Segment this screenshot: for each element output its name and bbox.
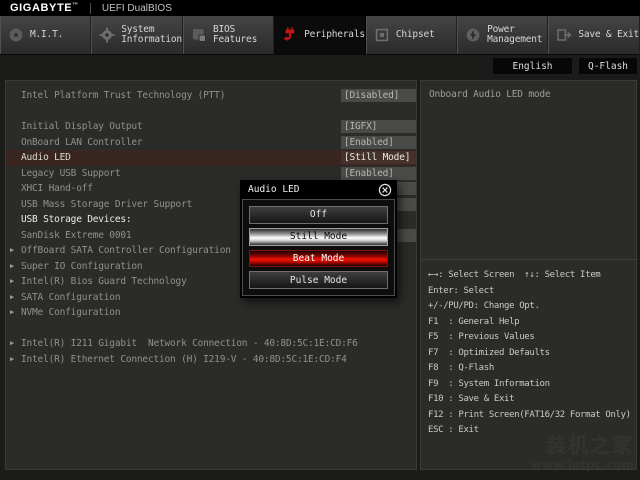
setting-label: SanDisk Extreme 0001 bbox=[21, 230, 131, 241]
tab-label: SystemInformation bbox=[121, 25, 182, 45]
setting-label: Intel(R) Bios Guard Technology bbox=[21, 276, 187, 287]
audio-led-popup: Audio LED Off Still Mode Beat Mode Pulse Mo… bbox=[240, 180, 397, 298]
tab-label: PowerManagement bbox=[487, 25, 542, 45]
system-info-icon bbox=[99, 27, 115, 43]
hotkey-legend: ←→: Select Screen ↑↓: Select ItemEnter: … bbox=[428, 268, 635, 439]
submenu-arrow-icon: ▶ bbox=[10, 305, 14, 321]
popup-options: Off Still Mode Beat Mode Pulse Mode bbox=[242, 199, 395, 296]
hotkey-line: F5 : Previous Values bbox=[428, 330, 635, 346]
settings-row[interactable]: Initial Display Output [IGFX] bbox=[6, 119, 416, 135]
help-description: Onboard Audio LED mode bbox=[421, 81, 636, 108]
tab-peripherals[interactable]: Peripherals bbox=[274, 16, 366, 54]
help-panel: Onboard Audio LED mode ←→: Select Screen… bbox=[420, 80, 637, 470]
setting-label: Intel(R) I211 Gigabit Network Connection… bbox=[21, 338, 358, 349]
tab-label: Chipset bbox=[396, 30, 435, 40]
submenu-arrow-icon: ▶ bbox=[10, 274, 14, 290]
setting-label: Legacy USB Support bbox=[21, 168, 120, 179]
circle-x-icon[interactable] bbox=[378, 183, 392, 197]
settings-row[interactable]: Intel Platform Trust Technology (PTT) [Di… bbox=[6, 88, 416, 104]
peripherals-icon bbox=[282, 27, 298, 43]
submenu-arrow-icon: ▶ bbox=[10, 259, 14, 275]
setting-label: USB Mass Storage Driver Support bbox=[21, 199, 192, 210]
popup-title: Audio LED bbox=[248, 184, 299, 195]
setting-label: Audio LED bbox=[21, 152, 71, 163]
setting-label: Initial Display Output bbox=[21, 121, 142, 132]
save-exit-icon bbox=[556, 27, 572, 43]
hotkey-line: F10 : Save & Exit bbox=[428, 392, 635, 408]
trademark-mark: ™ bbox=[72, 2, 79, 8]
power-icon bbox=[465, 27, 481, 43]
settings-row[interactable]: Audio LED [Still Mode] bbox=[6, 150, 416, 166]
setting-label: OffBoard SATA Controller Configuration bbox=[21, 245, 231, 256]
tab-label: Peripherals bbox=[304, 30, 365, 40]
popup-option-off[interactable]: Off bbox=[249, 206, 388, 224]
tab-power-management[interactable]: PowerManagement bbox=[457, 16, 548, 54]
hotkey-line: Enter: Select bbox=[428, 284, 635, 300]
settings-row-spacer bbox=[6, 104, 416, 120]
settings-row[interactable]: OnBoard LAN Controller [Enabled] bbox=[6, 135, 416, 151]
submenu-arrow-icon: ▶ bbox=[10, 336, 14, 352]
chipset-icon bbox=[374, 27, 390, 43]
setting-value[interactable]: [Enabled] bbox=[341, 167, 416, 180]
setup-tab-bar: M.I.T. SystemInformation BIOSFeatures Perip… bbox=[0, 16, 640, 55]
hotkey-line: F7 : Optimized Defaults bbox=[428, 346, 635, 362]
setting-value[interactable]: [Still Mode] bbox=[341, 151, 416, 164]
topbar-divider bbox=[90, 3, 91, 14]
setting-value[interactable]: [Disabled] bbox=[341, 89, 416, 102]
firmware-title: UEFI DualBIOS bbox=[102, 3, 172, 14]
settings-row-spacer bbox=[6, 321, 416, 337]
settings-row[interactable]: ▶ Intel(R) I211 Gigabit Network Connectio… bbox=[6, 336, 416, 352]
bios-setup-screen: GIGABYTE™ UEFI DualBIOS M.I.T. SystemInfo… bbox=[0, 0, 640, 480]
hotkey-line: ESC : Exit bbox=[428, 423, 635, 439]
bios-features-icon bbox=[191, 27, 207, 43]
settings-row[interactable]: Legacy USB Support [Enabled] bbox=[6, 166, 416, 182]
hotkey-line: F1 : General Help bbox=[428, 315, 635, 331]
setting-label: SATA Configuration bbox=[21, 292, 120, 303]
tab-mit[interactable]: M.I.T. bbox=[0, 16, 91, 54]
settings-row[interactable]: ▶ Intel(R) Ethernet Connection (H) I219-V… bbox=[6, 352, 416, 368]
hotkey-line: F9 : System Information bbox=[428, 377, 635, 393]
gigabyte-logo: GIGABYTE™ bbox=[0, 2, 79, 14]
setting-label: USB Storage Devices: bbox=[21, 214, 131, 225]
tab-bios-features[interactable]: BIOSFeatures bbox=[183, 16, 274, 54]
help-panel-divider bbox=[421, 259, 636, 260]
popup-titlebar: Audio LED bbox=[240, 180, 397, 199]
submenu-arrow-icon: ▶ bbox=[10, 352, 14, 368]
hotkey-line: F8 : Q-Flash bbox=[428, 361, 635, 377]
popup-option-beat-mode[interactable]: Beat Mode bbox=[249, 250, 388, 268]
tab-label: BIOSFeatures bbox=[213, 25, 257, 45]
submenu-arrow-icon: ▶ bbox=[10, 290, 14, 306]
mit-icon bbox=[8, 27, 24, 43]
setting-value[interactable]: [Enabled] bbox=[341, 136, 416, 149]
tab-label: M.I.T. bbox=[30, 30, 63, 40]
setting-value[interactable]: [IGFX] bbox=[341, 120, 416, 133]
hotkey-line: +/-/PU/PD: Change Opt. bbox=[428, 299, 635, 315]
tab-label: Save & Exit bbox=[578, 30, 639, 40]
settings-row[interactable]: ▶ NVMe Configuration bbox=[6, 305, 416, 321]
hotkey-line: ←→: Select Screen ↑↓: Select Item bbox=[428, 268, 635, 284]
language-button[interactable]: English bbox=[492, 57, 573, 75]
top-brand-bar: GIGABYTE™ UEFI DualBIOS bbox=[0, 0, 640, 16]
setting-label: OnBoard LAN Controller bbox=[21, 137, 142, 148]
submenu-arrow-icon: ▶ bbox=[10, 243, 14, 259]
qflash-button[interactable]: Q-Flash bbox=[578, 57, 638, 75]
tab-system-information[interactable]: SystemInformation bbox=[91, 16, 183, 54]
popup-option-still-mode[interactable]: Still Mode bbox=[249, 228, 388, 246]
hotkey-line: F12 : Print Screen(FAT16/32 Format Only) bbox=[428, 408, 635, 424]
setting-label: Intel Platform Trust Technology (PTT) bbox=[21, 90, 225, 101]
setting-label: NVMe Configuration bbox=[21, 307, 120, 318]
setting-label: XHCI Hand-off bbox=[21, 183, 93, 194]
tab-save-exit[interactable]: Save & Exit bbox=[548, 16, 640, 54]
tab-chipset[interactable]: Chipset bbox=[366, 16, 457, 54]
setting-label: Intel(R) Ethernet Connection (H) I219-V … bbox=[21, 354, 347, 365]
popup-option-pulse-mode[interactable]: Pulse Mode bbox=[249, 271, 388, 289]
setting-label: Super IO Configuration bbox=[21, 261, 142, 272]
